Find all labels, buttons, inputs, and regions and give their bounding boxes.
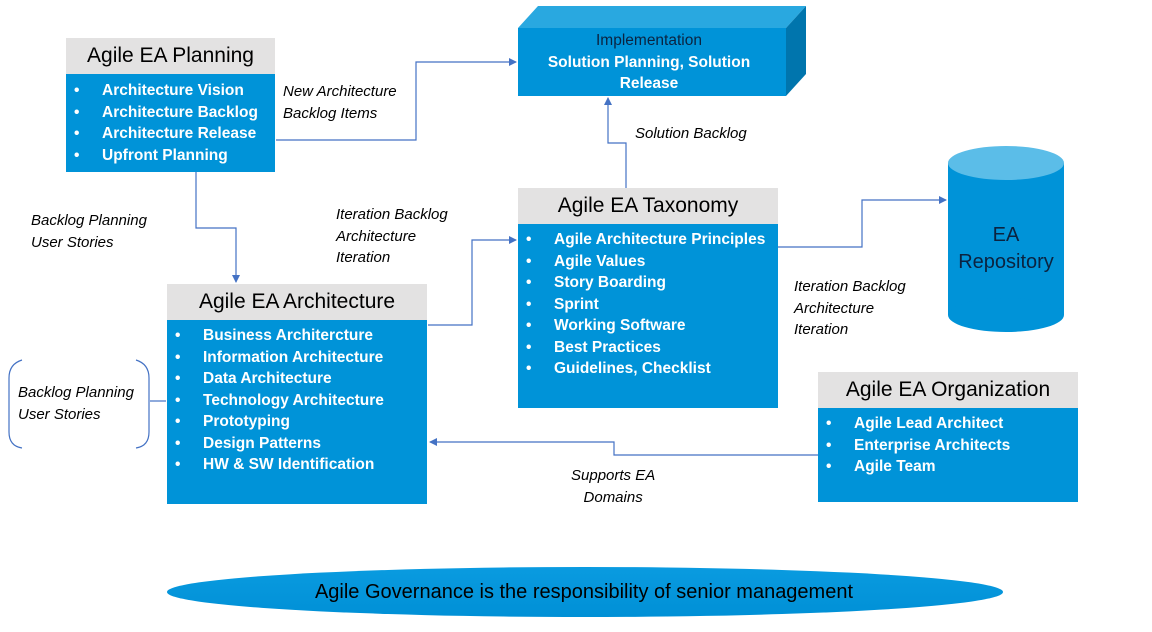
bullet-icon: • bbox=[526, 317, 532, 334]
connector-organization-to-architecture bbox=[429, 438, 818, 456]
list-item: • Guidelines, Checklist bbox=[518, 358, 778, 380]
list-item: • Architecture Backlog bbox=[66, 102, 275, 124]
connector-taxonomy-to-implementation bbox=[604, 97, 627, 188]
connector-planning-to-architecture bbox=[195, 172, 240, 283]
bullet-icon: • bbox=[175, 348, 181, 366]
bullet-icon: • bbox=[175, 327, 181, 344]
planning-list: • Architecture Vision • Architecture Backl… bbox=[66, 74, 275, 166]
taxonomy-box: Agile EA Taxonomy • Agile Architecture Pr… bbox=[518, 188, 778, 408]
bullet-icon: • bbox=[826, 436, 832, 454]
bullet-icon: • bbox=[74, 82, 80, 99]
implementation-title: Implementation bbox=[596, 32, 702, 49]
governance-text: Agile Governance is the responsibility o… bbox=[314, 581, 854, 603]
implementation-label: Implementation Solution Planning, Soluti… bbox=[518, 30, 780, 95]
label-backlog-planning-top: Backlog Planning User Stories bbox=[31, 212, 147, 251]
bullet-icon: • bbox=[526, 231, 532, 248]
list-item: • Agile Values bbox=[518, 251, 778, 273]
bullet-icon: • bbox=[526, 252, 532, 270]
bullet-icon: • bbox=[526, 338, 532, 356]
implementation-line-2: Solution Planning, Solution bbox=[547, 53, 751, 71]
planning-title: Agile EA Planning bbox=[66, 38, 275, 74]
list-item: • Enterprise Architects bbox=[818, 435, 1078, 457]
architecture-list: • Business Architercture • Information Arc… bbox=[167, 320, 427, 476]
bullet-icon: • bbox=[526, 274, 532, 291]
bullet-icon: • bbox=[175, 370, 181, 387]
list-item: • Design Patterns bbox=[167, 433, 427, 455]
bullet-icon: • bbox=[826, 415, 832, 432]
list-item: • Business Architercture bbox=[167, 325, 427, 347]
cube-top-face bbox=[518, 6, 806, 28]
taxonomy-list: • Agile Architecture Principles • Agile Va… bbox=[518, 224, 778, 380]
list-item: • HW & SW Identification bbox=[167, 454, 427, 476]
list-item: • Data Architecture bbox=[167, 368, 427, 390]
label-solution-backlog: Solution Backlog bbox=[635, 125, 747, 142]
bullet-icon: • bbox=[74, 103, 80, 121]
bullet-icon: • bbox=[175, 434, 181, 452]
bullet-icon: • bbox=[526, 360, 532, 377]
repository-line-2: Repository bbox=[958, 251, 1054, 273]
list-item: • Architecture Vision bbox=[66, 80, 275, 102]
list-item: • Architecture Release bbox=[66, 123, 275, 145]
architecture-box: Agile EA Architecture • Business Architer… bbox=[167, 284, 427, 504]
list-item: • Technology Architecture bbox=[167, 390, 427, 412]
bullet-icon: • bbox=[175, 413, 181, 430]
organization-box: Agile EA Organization • Agile Lead Archit… bbox=[818, 372, 1078, 502]
bullet-icon: • bbox=[175, 456, 181, 473]
list-item: • Working Software bbox=[518, 315, 778, 337]
organization-title: Agile EA Organization bbox=[818, 372, 1078, 408]
list-item: • Agile Lead Architect bbox=[818, 413, 1078, 435]
list-item: • Agile Team bbox=[818, 456, 1078, 478]
planning-box: Agile EA Planning • Architecture Vision •… bbox=[66, 38, 275, 172]
list-item: • Sprint bbox=[518, 294, 778, 316]
organization-list: • Agile Lead Architect • Enterprise Archit… bbox=[818, 408, 1078, 478]
label-iteration-backlog-right: Iteration Backlog Architecture Iteration bbox=[794, 278, 906, 338]
bullet-icon: • bbox=[826, 458, 832, 475]
architecture-title: Agile EA Architecture bbox=[167, 284, 427, 320]
label-iteration-backlog-left: Iteration Backlog Architecture Iteration bbox=[336, 206, 448, 266]
label-backlog-planning-side: Backlog Planning User Stories bbox=[18, 384, 134, 423]
taxonomy-title: Agile EA Taxonomy bbox=[518, 188, 778, 224]
repository-line-1: EA bbox=[992, 224, 1020, 246]
bullet-icon: • bbox=[74, 125, 80, 142]
connector-taxonomy-to-repository bbox=[778, 196, 947, 248]
bullet-icon: • bbox=[526, 295, 532, 313]
list-item: • Best Practices bbox=[518, 337, 778, 359]
bullet-icon: • bbox=[74, 146, 80, 164]
list-item: • Prototyping bbox=[167, 411, 427, 433]
list-item: • Information Architecture bbox=[167, 347, 427, 369]
repository-label: EA Repository bbox=[948, 222, 1064, 276]
list-item: • Story Boarding bbox=[518, 272, 778, 294]
bullet-icon: • bbox=[175, 391, 181, 409]
label-supports-ea-domains: Supports EA Domains bbox=[571, 467, 656, 506]
implementation-line-3: Release bbox=[619, 75, 679, 92]
list-item: • Upfront Planning bbox=[66, 145, 275, 167]
list-item: • Agile Architecture Principles bbox=[518, 229, 778, 251]
label-new-architecture-backlog: New Architecture Backlog Items bbox=[283, 83, 397, 122]
